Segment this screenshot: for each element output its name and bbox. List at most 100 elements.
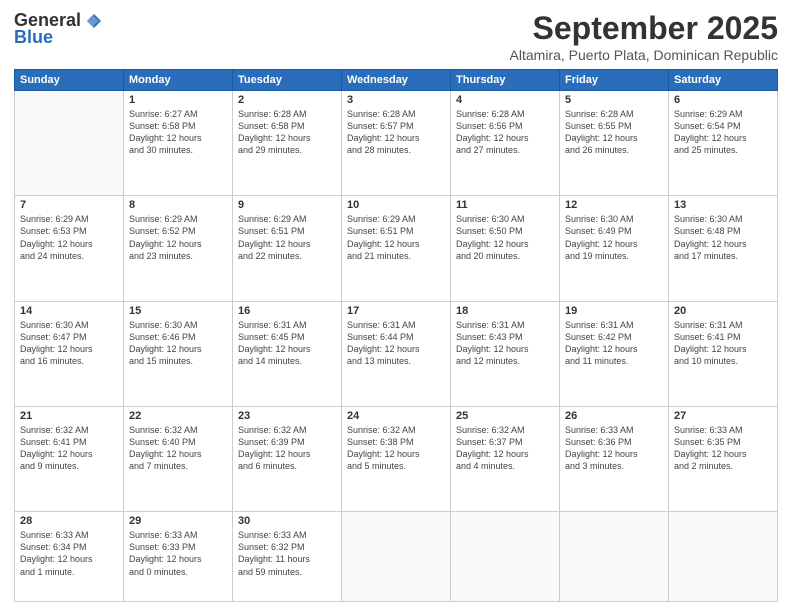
day-number: 4	[456, 94, 554, 106]
day-number: 6	[674, 94, 772, 106]
day-number: 27	[674, 410, 772, 422]
calendar-cell: 22 Sunrise: 6:32 AM Sunset: 6:40 PM Dayli…	[124, 406, 233, 511]
day-number: 15	[129, 305, 227, 317]
day-number: 16	[238, 305, 336, 317]
calendar-cell: 6 Sunrise: 6:29 AM Sunset: 6:54 PM Daylig…	[669, 91, 778, 196]
day-number: 23	[238, 410, 336, 422]
calendar-cell: 19Sunrise: 6:31 AM Sunset: 6:42 PM Dayli…	[560, 301, 669, 406]
day-number: 5	[565, 94, 663, 106]
cell-content: Sunrise: 6:29 AM Sunset: 6:53 PM Dayligh…	[20, 213, 118, 262]
cell-content: Sunrise: 6:32 AM Sunset: 6:39 PM Dayligh…	[238, 424, 336, 473]
calendar-cell: 12 Sunrise: 6:30 AM Sunset: 6:49 PM Dayli…	[560, 196, 669, 301]
calendar-cell: 10 Sunrise: 6:29 AM Sunset: 6:51 PM Dayli…	[342, 196, 451, 301]
calendar-cell	[451, 512, 560, 602]
week-row-1: 7 Sunrise: 6:29 AM Sunset: 6:53 PM Daylig…	[15, 196, 778, 301]
day-number: 26	[565, 410, 663, 422]
day-number: 9	[238, 199, 336, 211]
cell-content: Sunrise: 6:28 AM Sunset: 6:55 PM Dayligh…	[565, 108, 663, 157]
calendar-cell	[669, 512, 778, 602]
cell-content: Sunrise: 6:30 AM Sunset: 6:46 PM Dayligh…	[129, 319, 227, 368]
calendar-cell: 25 Sunrise: 6:32 AM Sunset: 6:37 PM Dayli…	[451, 406, 560, 511]
calendar-cell: 17Sunrise: 6:31 AM Sunset: 6:44 PM Dayli…	[342, 301, 451, 406]
day-number: 22	[129, 410, 227, 422]
day-number: 24	[347, 410, 445, 422]
weekday-header-sunday: Sunday	[15, 70, 124, 91]
calendar-cell	[560, 512, 669, 602]
cell-content: Sunrise: 6:30 AM Sunset: 6:47 PM Dayligh…	[20, 319, 118, 368]
calendar-cell: 16Sunrise: 6:31 AM Sunset: 6:45 PM Dayli…	[233, 301, 342, 406]
day-number: 14	[20, 305, 118, 317]
cell-content: Sunrise: 6:33 AM Sunset: 6:34 PM Dayligh…	[20, 529, 118, 578]
day-number: 30	[238, 515, 336, 527]
cell-content: Sunrise: 6:29 AM Sunset: 6:54 PM Dayligh…	[674, 108, 772, 157]
cell-content: Sunrise: 6:29 AM Sunset: 6:51 PM Dayligh…	[347, 213, 445, 262]
week-row-2: 14 Sunrise: 6:30 AM Sunset: 6:47 PM Dayli…	[15, 301, 778, 406]
logo-blue: Blue	[14, 27, 53, 48]
day-number: 28	[20, 515, 118, 527]
cell-content: Sunrise: 6:32 AM Sunset: 6:38 PM Dayligh…	[347, 424, 445, 473]
calendar-cell	[342, 512, 451, 602]
weekday-header-saturday: Saturday	[669, 70, 778, 91]
day-number: 12	[565, 199, 663, 211]
calendar-cell: 4 Sunrise: 6:28 AM Sunset: 6:56 PM Daylig…	[451, 91, 560, 196]
cell-content: Sunrise: 6:33 AM Sunset: 6:33 PM Dayligh…	[129, 529, 227, 578]
day-number: 13	[674, 199, 772, 211]
calendar-cell: 13 Sunrise: 6:30 AM Sunset: 6:48 PM Dayli…	[669, 196, 778, 301]
calendar-cell	[15, 91, 124, 196]
day-number: 3	[347, 94, 445, 106]
calendar-cell: 1Sunrise: 6:27 AM Sunset: 6:58 PM Daylig…	[124, 91, 233, 196]
cell-content: Sunrise: 6:27 AM Sunset: 6:58 PM Dayligh…	[129, 108, 227, 157]
calendar-cell: 27 Sunrise: 6:33 AM Sunset: 6:35 PM Dayli…	[669, 406, 778, 511]
logo-icon	[85, 12, 103, 30]
calendar-cell: 23 Sunrise: 6:32 AM Sunset: 6:39 PM Dayli…	[233, 406, 342, 511]
cell-content: Sunrise: 6:31 AM Sunset: 6:44 PM Dayligh…	[347, 319, 445, 368]
week-row-3: 21Sunrise: 6:32 AM Sunset: 6:41 PM Dayli…	[15, 406, 778, 511]
weekday-header-tuesday: Tuesday	[233, 70, 342, 91]
calendar-cell: 18Sunrise: 6:31 AM Sunset: 6:43 PM Dayli…	[451, 301, 560, 406]
day-number: 11	[456, 199, 554, 211]
calendar-cell: 28 Sunrise: 6:33 AM Sunset: 6:34 PM Dayli…	[15, 512, 124, 602]
day-number: 7	[20, 199, 118, 211]
cell-content: Sunrise: 6:32 AM Sunset: 6:37 PM Dayligh…	[456, 424, 554, 473]
weekday-header-wednesday: Wednesday	[342, 70, 451, 91]
calendar-cell: 21Sunrise: 6:32 AM Sunset: 6:41 PM Dayli…	[15, 406, 124, 511]
cell-content: Sunrise: 6:30 AM Sunset: 6:48 PM Dayligh…	[674, 213, 772, 262]
cell-content: Sunrise: 6:28 AM Sunset: 6:58 PM Dayligh…	[238, 108, 336, 157]
day-number: 20	[674, 305, 772, 317]
cell-content: Sunrise: 6:33 AM Sunset: 6:35 PM Dayligh…	[674, 424, 772, 473]
cell-content: Sunrise: 6:28 AM Sunset: 6:57 PM Dayligh…	[347, 108, 445, 157]
calendar-cell: 29 Sunrise: 6:33 AM Sunset: 6:33 PM Dayli…	[124, 512, 233, 602]
cell-content: Sunrise: 6:31 AM Sunset: 6:41 PM Dayligh…	[674, 319, 772, 368]
calendar-cell: 15 Sunrise: 6:30 AM Sunset: 6:46 PM Dayli…	[124, 301, 233, 406]
day-number: 10	[347, 199, 445, 211]
cell-content: Sunrise: 6:32 AM Sunset: 6:40 PM Dayligh…	[129, 424, 227, 473]
calendar-cell: 2 Sunrise: 6:28 AM Sunset: 6:58 PM Daylig…	[233, 91, 342, 196]
cell-content: Sunrise: 6:30 AM Sunset: 6:50 PM Dayligh…	[456, 213, 554, 262]
cell-content: Sunrise: 6:31 AM Sunset: 6:43 PM Dayligh…	[456, 319, 554, 368]
logo: General Blue	[14, 10, 103, 48]
subtitle: Altamira, Puerto Plata, Dominican Republ…	[510, 47, 778, 63]
calendar-cell: 9 Sunrise: 6:29 AM Sunset: 6:51 PM Daylig…	[233, 196, 342, 301]
cell-content: Sunrise: 6:31 AM Sunset: 6:42 PM Dayligh…	[565, 319, 663, 368]
day-number: 2	[238, 94, 336, 106]
calendar-cell: 7 Sunrise: 6:29 AM Sunset: 6:53 PM Daylig…	[15, 196, 124, 301]
page: General Blue September 2025 Altamira, Pu…	[0, 0, 792, 612]
day-number: 25	[456, 410, 554, 422]
cell-content: Sunrise: 6:29 AM Sunset: 6:51 PM Dayligh…	[238, 213, 336, 262]
day-number: 29	[129, 515, 227, 527]
weekday-header-monday: Monday	[124, 70, 233, 91]
day-number: 21	[20, 410, 118, 422]
calendar-cell: 11 Sunrise: 6:30 AM Sunset: 6:50 PM Dayli…	[451, 196, 560, 301]
calendar-table: SundayMondayTuesdayWednesdayThursdayFrid…	[14, 69, 778, 602]
title-block: September 2025 Altamira, Puerto Plata, D…	[510, 10, 778, 63]
cell-content: Sunrise: 6:30 AM Sunset: 6:49 PM Dayligh…	[565, 213, 663, 262]
cell-content: Sunrise: 6:33 AM Sunset: 6:32 PM Dayligh…	[238, 529, 336, 578]
header: General Blue September 2025 Altamira, Pu…	[14, 10, 778, 63]
week-row-4: 28 Sunrise: 6:33 AM Sunset: 6:34 PM Dayli…	[15, 512, 778, 602]
calendar-cell: 26Sunrise: 6:33 AM Sunset: 6:36 PM Dayli…	[560, 406, 669, 511]
cell-content: Sunrise: 6:28 AM Sunset: 6:56 PM Dayligh…	[456, 108, 554, 157]
month-title: September 2025	[510, 10, 778, 47]
weekday-header-row: SundayMondayTuesdayWednesdayThursdayFrid…	[15, 70, 778, 91]
calendar-cell: 14 Sunrise: 6:30 AM Sunset: 6:47 PM Dayli…	[15, 301, 124, 406]
calendar-cell: 20 Sunrise: 6:31 AM Sunset: 6:41 PM Dayli…	[669, 301, 778, 406]
